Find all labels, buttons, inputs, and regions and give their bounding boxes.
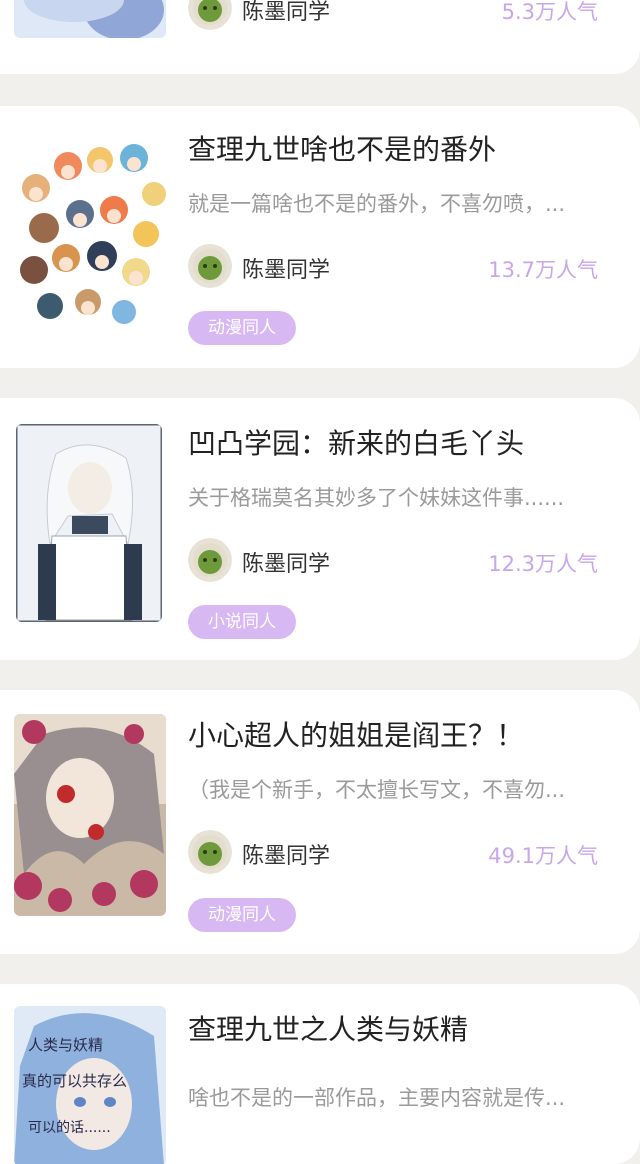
novel-card[interactable]: 凹凸学园：新来的白毛丫头 关于格瑞莫名其妙多了个妹妹这件事...... 陈墨同学… (0, 398, 640, 660)
category-tag[interactable]: 动漫同人 (188, 898, 296, 932)
novel-description: 啥也不是的一部作品，主要内容就是传... (188, 1086, 566, 1110)
popularity-count: 13.7万人气 (488, 258, 598, 282)
popularity-count: 49.1万人气 (488, 844, 598, 868)
novel-card[interactable]: 小心超人的姐姐是阎王？！ （我是个新手，不太擅长写文，不喜勿... 陈墨同学 4… (0, 690, 640, 954)
novel-description: 就是一篇啥也不是的番外，不喜勿喷，... (188, 192, 566, 216)
novel-cover[interactable] (14, 130, 166, 330)
novel-cover[interactable]: 人类与妖精 真的可以共存么 可以的话...... (14, 1006, 166, 1164)
novel-card[interactable]: 查理九世啥也不是的番外 就是一篇啥也不是的番外，不喜勿喷，... 陈墨同学 13… (0, 106, 640, 368)
blue-hair-character-cover: 人类与妖精 真的可以共存么 可以的话...... (14, 1006, 166, 1164)
white-hair-character-cover (16, 424, 162, 622)
author-avatar[interactable] (188, 830, 232, 874)
novel-title[interactable]: 小心超人的姐姐是阎王？！ (188, 714, 612, 754)
cactus-avatar-icon (188, 830, 232, 874)
red-eye-character-cover (14, 714, 166, 916)
cover-caption-line: 真的可以共存么 (22, 1072, 127, 1090)
cactus-avatar-icon (188, 244, 232, 288)
novel-cover[interactable] (14, 0, 166, 38)
novel-title[interactable]: 查理九世之人类与妖精 (188, 1008, 612, 1048)
author-name[interactable]: 陈墨同学 (242, 546, 330, 578)
category-tag[interactable]: 小说同人 (188, 605, 296, 639)
novel-title[interactable]: 查理九世啥也不是的番外 (188, 128, 612, 168)
partial-cover-image (14, 0, 166, 38)
novel-card[interactable]: 人类与妖精 真的可以共存么 可以的话...... 查理九世之人类与妖精 啥也不是… (0, 984, 640, 1164)
novel-title[interactable]: 凹凸学园：新来的白毛丫头 (188, 422, 612, 462)
author-name[interactable]: 陈墨同学 (242, 0, 330, 26)
popularity-count: 5.3万人气 (501, 0, 598, 24)
author-name[interactable]: 陈墨同学 (242, 838, 330, 870)
novel-description: （我是个新手，不太擅长写文，不喜勿... (188, 778, 566, 802)
author-avatar[interactable] (188, 538, 232, 582)
chibi-characters-cover (14, 130, 166, 330)
category-tag[interactable]: 动漫同人 (188, 311, 296, 345)
author-avatar[interactable] (188, 0, 232, 30)
author-name[interactable]: 陈墨同学 (242, 252, 330, 284)
novel-description: 关于格瑞莫名其妙多了个妹妹这件事...... (188, 486, 565, 510)
author-avatar[interactable] (188, 244, 232, 288)
popularity-count: 12.3万人气 (488, 552, 598, 576)
novel-cover[interactable] (14, 714, 166, 916)
cactus-avatar-icon (188, 0, 232, 30)
cover-caption-line: 人类与妖精 (28, 1036, 103, 1054)
cactus-avatar-icon (188, 538, 232, 582)
cover-caption-line: 可以的话...... (28, 1120, 111, 1136)
novel-cover[interactable] (16, 424, 162, 622)
novel-card[interactable]: 陈墨同学 5.3万人气 (0, 0, 640, 74)
